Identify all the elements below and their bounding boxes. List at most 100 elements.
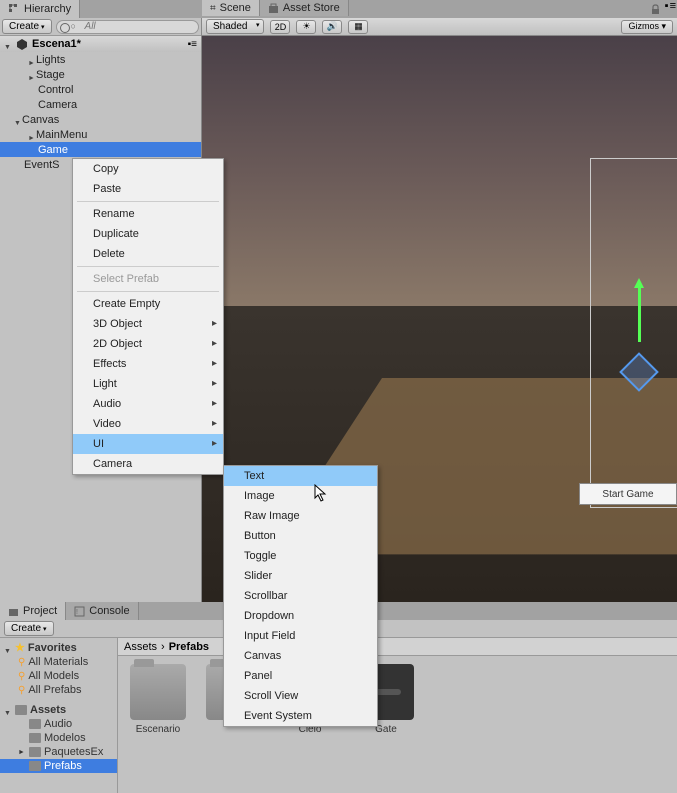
- scene-menu-icon[interactable]: ▪≡: [188, 39, 197, 50]
- tab-project[interactable]: Project: [0, 602, 66, 620]
- ctx-paste[interactable]: Paste: [73, 179, 223, 199]
- chevron-right-icon: [28, 56, 36, 64]
- context-menu: CopyPaste RenameDuplicateDelete Select Pre…: [72, 158, 224, 475]
- unity-scene-icon: [16, 38, 28, 50]
- search-icon: ○: [71, 21, 76, 31]
- gizmo-y-axis-arrow[interactable]: [638, 286, 641, 342]
- folder-icon: [29, 747, 41, 757]
- ctx-rename[interactable]: Rename: [73, 204, 223, 224]
- submenu-slider[interactable]: Slider: [224, 566, 377, 586]
- cursor-icon: [314, 484, 328, 505]
- submenu-scrollbar[interactable]: Scrollbar: [224, 586, 377, 606]
- create-button[interactable]: Create ▾: [2, 19, 52, 34]
- folder-audio[interactable]: Audio: [0, 717, 117, 731]
- assets-root[interactable]: Assets: [0, 703, 117, 717]
- ctx-audio[interactable]: Audio: [73, 394, 223, 414]
- breadcrumb[interactable]: Assets › Prefabs: [118, 638, 677, 656]
- search-icon: ⚲: [18, 671, 25, 682]
- tab-hierarchy-label: Hierarchy: [24, 3, 71, 15]
- folder-modelos[interactable]: Modelos: [0, 731, 117, 745]
- folder-icon: [29, 761, 41, 771]
- submenu-event-system[interactable]: Event System: [224, 706, 377, 726]
- ctx-delete[interactable]: Delete: [73, 244, 223, 264]
- fx-toggle-icon[interactable]: ▦: [348, 20, 368, 34]
- submenu-image[interactable]: Image: [224, 486, 377, 506]
- lighting-toggle-icon[interactable]: ☀: [296, 20, 316, 34]
- lock-icon[interactable]: [647, 0, 665, 18]
- console-icon: !: [74, 606, 85, 617]
- folder-icon: [29, 719, 41, 729]
- chevron-down-icon: [4, 706, 12, 714]
- audio-toggle-icon[interactable]: 🔊: [322, 20, 342, 34]
- project-create-button[interactable]: Create ▾: [4, 621, 54, 636]
- submenu-canvas[interactable]: Canvas: [224, 646, 377, 666]
- hierarchy-item-canvas[interactable]: Canvas: [0, 112, 201, 127]
- ctx-2d-object[interactable]: 2D Object: [73, 334, 223, 354]
- gizmos-button[interactable]: Gizmos ▾: [621, 20, 673, 34]
- project-icon: [8, 606, 19, 617]
- asset-escenario[interactable]: Escenario: [126, 664, 190, 735]
- folder-prefabs[interactable]: Prefabs: [0, 759, 117, 773]
- ctx-camera[interactable]: Camera: [73, 454, 223, 474]
- toggle-2d-button[interactable]: 2D: [270, 20, 290, 34]
- dropdown-icon: ▾: [43, 625, 47, 633]
- hierarchy-item-stage[interactable]: Stage: [0, 67, 201, 82]
- hierarchy-item-mainmenu[interactable]: MainMenu: [0, 127, 201, 142]
- tab-hierarchy[interactable]: Hierarchy: [0, 0, 80, 18]
- dropdown-icon: ▾: [41, 23, 45, 31]
- tab-scene[interactable]: ⌗ Scene: [202, 0, 260, 16]
- search-input[interactable]: ○ All: [56, 20, 199, 34]
- chevron-right-icon: ›: [161, 641, 165, 653]
- submenu-scroll-view[interactable]: Scroll View: [224, 686, 377, 706]
- hierarchy-item-game[interactable]: Game: [0, 142, 201, 157]
- ctx-effects[interactable]: Effects: [73, 354, 223, 374]
- hierarchy-item-camera[interactable]: Camera: [0, 97, 201, 112]
- chevron-right-icon: ►: [18, 749, 26, 756]
- ctx-ui[interactable]: UI: [73, 434, 223, 454]
- submenu-panel[interactable]: Panel: [224, 666, 377, 686]
- folder-paquetesex[interactable]: ►PaquetesEx: [0, 745, 117, 759]
- hierarchy-item-control[interactable]: Control: [0, 82, 201, 97]
- project-tree: ★ Favorites ⚲All Materials⚲All Models⚲Al…: [0, 638, 118, 793]
- ui-rect-outline[interactable]: [590, 158, 677, 508]
- ctx-create-empty[interactable]: Create Empty: [73, 294, 223, 314]
- scene-icon: ⌗: [210, 3, 216, 14]
- search-icon: ⚲: [18, 685, 25, 696]
- hierarchy-icon: [8, 3, 20, 15]
- fav-all-models[interactable]: ⚲All Models: [0, 669, 117, 683]
- tab-asset-store[interactable]: Asset Store: [260, 0, 349, 16]
- panel-menu-icon[interactable]: ▪≡: [665, 0, 677, 18]
- asset-store-icon: [268, 3, 279, 14]
- ctx-3d-object[interactable]: 3D Object: [73, 314, 223, 334]
- chevron-right-icon: [28, 71, 36, 79]
- chevron-down-icon: [4, 644, 12, 652]
- ctx-duplicate[interactable]: Duplicate: [73, 224, 223, 244]
- tab-console[interactable]: ! Console: [66, 602, 138, 620]
- start-game-button-preview: Start Game: [579, 483, 677, 505]
- shading-mode-dropdown[interactable]: Shaded ▾: [206, 19, 264, 34]
- search-icon: ⚲: [18, 657, 25, 668]
- chevron-down-icon: [14, 116, 22, 124]
- submenu-text[interactable]: Text: [224, 466, 377, 486]
- folder-icon: [29, 733, 41, 743]
- ctx-copy[interactable]: Copy: [73, 159, 223, 179]
- hierarchy-item-lights[interactable]: Lights: [0, 52, 201, 67]
- chevron-down-icon: [4, 40, 12, 48]
- folder-icon: [15, 705, 27, 715]
- submenu-raw-image[interactable]: Raw Image: [224, 506, 377, 526]
- ctx-video[interactable]: Video: [73, 414, 223, 434]
- submenu-input-field[interactable]: Input Field: [224, 626, 377, 646]
- submenu-toggle[interactable]: Toggle: [224, 546, 377, 566]
- ui-submenu: TextImageRaw ImageButtonToggleSliderScro…: [223, 465, 378, 727]
- submenu-button[interactable]: Button: [224, 526, 377, 546]
- fav-all-prefabs[interactable]: ⚲All Prefabs: [0, 683, 117, 697]
- favorites-header[interactable]: ★ Favorites: [0, 640, 117, 655]
- folder-icon: [130, 664, 186, 720]
- ctx-light[interactable]: Light: [73, 374, 223, 394]
- scene-header[interactable]: Escena1* ▪≡: [0, 36, 201, 52]
- chevron-right-icon: [28, 131, 36, 139]
- ctx-select-prefab: Select Prefab: [73, 269, 223, 289]
- fav-all-materials[interactable]: ⚲All Materials: [0, 655, 117, 669]
- submenu-dropdown[interactable]: Dropdown: [224, 606, 377, 626]
- star-icon: ★: [15, 641, 25, 654]
